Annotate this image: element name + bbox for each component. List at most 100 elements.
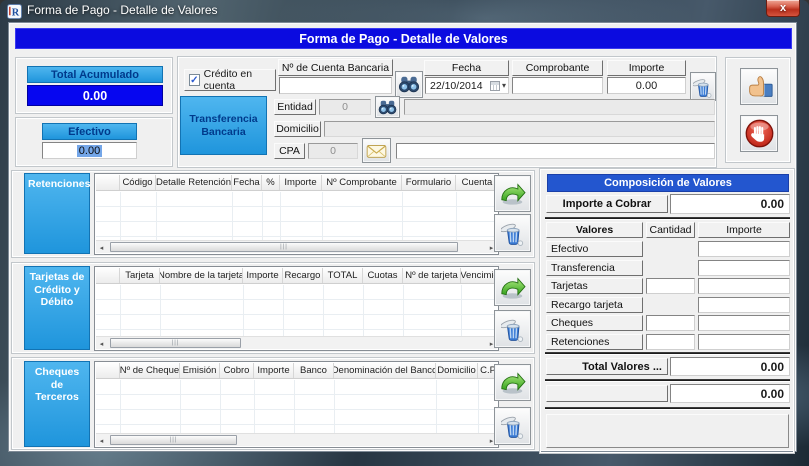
composicion-row-label[interactable]: Recargo tarjeta — [546, 297, 643, 313]
stop-hand-icon — [744, 118, 775, 149]
column-header-cobro[interactable]: Cobro — [220, 363, 254, 378]
cancel-button[interactable] — [740, 115, 778, 152]
delete-cheque-button[interactable] — [494, 407, 531, 445]
column-header-%[interactable]: % — [262, 175, 280, 190]
valores-column-header[interactable]: Valores — [546, 222, 643, 238]
column-header-importe[interactable]: Importe — [254, 363, 294, 378]
composicion-title: Composición de Valores — [547, 174, 789, 192]
divider — [545, 352, 790, 355]
column-header-nombre-de-la-tarjeta[interactable]: Nombre de la tarjeta — [160, 268, 243, 283]
composicion-row-label[interactable]: Efectivo — [546, 241, 643, 257]
importe-field[interactable] — [698, 241, 790, 257]
extra-total-button[interactable] — [546, 385, 668, 402]
delete-retencion-button[interactable] — [494, 214, 531, 252]
horizontal-scrollbar[interactable]: ◂ ▸ ||| — [96, 433, 497, 446]
column-header-n-de-cheque[interactable]: Nº de Cheque — [120, 363, 180, 378]
scrollbar-thumb[interactable]: ||| — [110, 435, 237, 445]
importe-field[interactable] — [698, 297, 790, 313]
delete-payment-button[interactable] — [690, 72, 716, 101]
column-header-recargo[interactable]: Recargo — [283, 268, 323, 283]
domicilio-button[interactable]: Domicilio — [274, 121, 321, 137]
column-header-denominaci-n-del-banco[interactable]: Denominación del Banco — [334, 363, 436, 378]
retenciones-table[interactable]: CódigoDetalle RetenciónFecha%ImporteNº C… — [94, 173, 499, 255]
column-header-cuotas[interactable]: Cuotas — [363, 268, 403, 283]
importe-a-cobrar-button[interactable]: Importe a Cobrar — [546, 195, 668, 213]
column-header-emisi-n[interactable]: Emisión — [180, 363, 220, 378]
column-header-detalle-retenci-n[interactable]: Detalle Retención — [156, 175, 232, 190]
column-header-vencimie[interactable]: Vencimie — [461, 268, 497, 283]
cheques-table[interactable]: Nº de ChequeEmisiónCobroImporteBancoDeno… — [94, 361, 499, 448]
fecha-input[interactable]: 22/10/2014 ▾ — [425, 77, 509, 94]
column-header-banco[interactable]: Banco — [294, 363, 334, 378]
composicion-row: Efectivo — [546, 241, 790, 257]
column-header-n-de-tarjeta[interactable]: Nº de tarjeta — [403, 268, 461, 283]
delete-tarjeta-button[interactable] — [494, 310, 531, 348]
calendar-dropdown-button[interactable]: ▾ — [490, 81, 508, 91]
scrollbar-thumb[interactable]: ||| — [110, 242, 458, 252]
window-title: Forma de Pago - Detalle de Valores — [27, 3, 218, 17]
table-body[interactable] — [96, 192, 497, 240]
importe-a-cobrar-value[interactable]: 0.00 — [670, 194, 790, 214]
composicion-row-label[interactable]: Tarjetas — [546, 278, 643, 294]
entidad-button[interactable]: Entidad — [274, 99, 316, 115]
column-header-importe[interactable]: Importe — [280, 175, 322, 190]
importe-field[interactable] — [698, 334, 790, 350]
cantidad-column-header[interactable]: Cantidad — [646, 222, 695, 238]
cantidad-field[interactable] — [646, 278, 695, 294]
composicion-row-label[interactable]: Cheques — [546, 315, 643, 331]
column-header-tarjeta[interactable]: Tarjeta — [120, 268, 160, 283]
table-body[interactable] — [96, 380, 497, 433]
column-header-fecha[interactable]: Fecha — [232, 175, 262, 190]
importe-input[interactable]: 0.00 — [607, 77, 686, 94]
composicion-row-label[interactable]: Retenciones — [546, 334, 643, 350]
thumb-grip-icon: ||| — [172, 339, 180, 347]
apply-tarjeta-button[interactable] — [494, 269, 531, 306]
importe-field[interactable] — [698, 260, 790, 276]
total-valores-button[interactable]: Total Valores ... — [546, 358, 668, 375]
accept-button[interactable] — [740, 68, 778, 105]
cantidad-field[interactable] — [646, 315, 695, 331]
importe-field[interactable] — [698, 315, 790, 331]
cpa-input[interactable] — [396, 143, 715, 159]
table-header-row: TarjetaNombre de la tarjetaImporteRecarg… — [96, 268, 497, 284]
importe-field[interactable] — [698, 278, 790, 294]
credito-en-cuenta-checkbox[interactable]: ✓ Crédito en cuenta — [184, 69, 276, 91]
apply-retenciones-button[interactable] — [494, 175, 531, 212]
composicion-row: Transferencia — [546, 260, 790, 276]
scroll-left-icon[interactable]: ◂ — [96, 435, 107, 446]
search-entidad-button[interactable] — [375, 96, 400, 118]
scroll-left-icon[interactable]: ◂ — [96, 338, 107, 349]
apply-cheque-button[interactable] — [494, 364, 531, 401]
column-header-selector[interactable] — [96, 175, 120, 190]
column-header-selector[interactable] — [96, 363, 120, 378]
close-button[interactable]: x — [766, 0, 800, 17]
cantidad-field[interactable] — [646, 334, 695, 350]
table-header-row: Nº de ChequeEmisiónCobroImporteBancoDeno… — [96, 363, 497, 379]
horizontal-scrollbar[interactable]: ◂ ▸ ||| — [96, 336, 497, 349]
efectivo-group: Efectivo 0.00 — [15, 117, 173, 167]
scrollbar-thumb[interactable]: ||| — [110, 338, 241, 348]
mail-button[interactable] — [362, 138, 391, 163]
horizontal-scrollbar[interactable]: ◂ ▸ ||| — [96, 240, 497, 253]
column-header-formulario[interactable]: Formulario — [402, 175, 456, 190]
search-account-button[interactable] — [395, 71, 423, 98]
composicion-row-label[interactable]: Transferencia — [546, 260, 643, 276]
total-acumulado-label: Total Acumulado — [27, 66, 163, 83]
column-header-selector[interactable] — [96, 268, 120, 283]
titlebar[interactable]: Forma de Pago - Detalle de Valores x — [0, 0, 809, 22]
column-header-n-comprobante[interactable]: Nº Comprobante — [322, 175, 402, 190]
comprobante-input[interactable] — [512, 77, 603, 94]
table-body[interactable] — [96, 285, 497, 336]
column-header-cuenta[interactable]: Cuenta — [456, 175, 497, 190]
column-header-total[interactable]: TOTAL — [323, 268, 363, 283]
scroll-left-icon[interactable]: ◂ — [96, 242, 107, 253]
column-header-domicilio[interactable]: Domicilio — [436, 363, 478, 378]
cuenta-bancaria-input[interactable] — [279, 77, 392, 94]
column-header-c-digo[interactable]: Código — [120, 175, 156, 190]
column-header-importe[interactable]: Importe — [243, 268, 283, 283]
tarjetas-table[interactable]: TarjetaNombre de la tarjetaImporteRecarg… — [94, 266, 499, 351]
cpa-code-field: 0 — [308, 143, 358, 159]
efectivo-input[interactable]: 0.00 — [42, 142, 137, 159]
cpa-button[interactable]: CPA — [274, 143, 305, 159]
importe-column-header[interactable]: Importe — [698, 222, 790, 238]
